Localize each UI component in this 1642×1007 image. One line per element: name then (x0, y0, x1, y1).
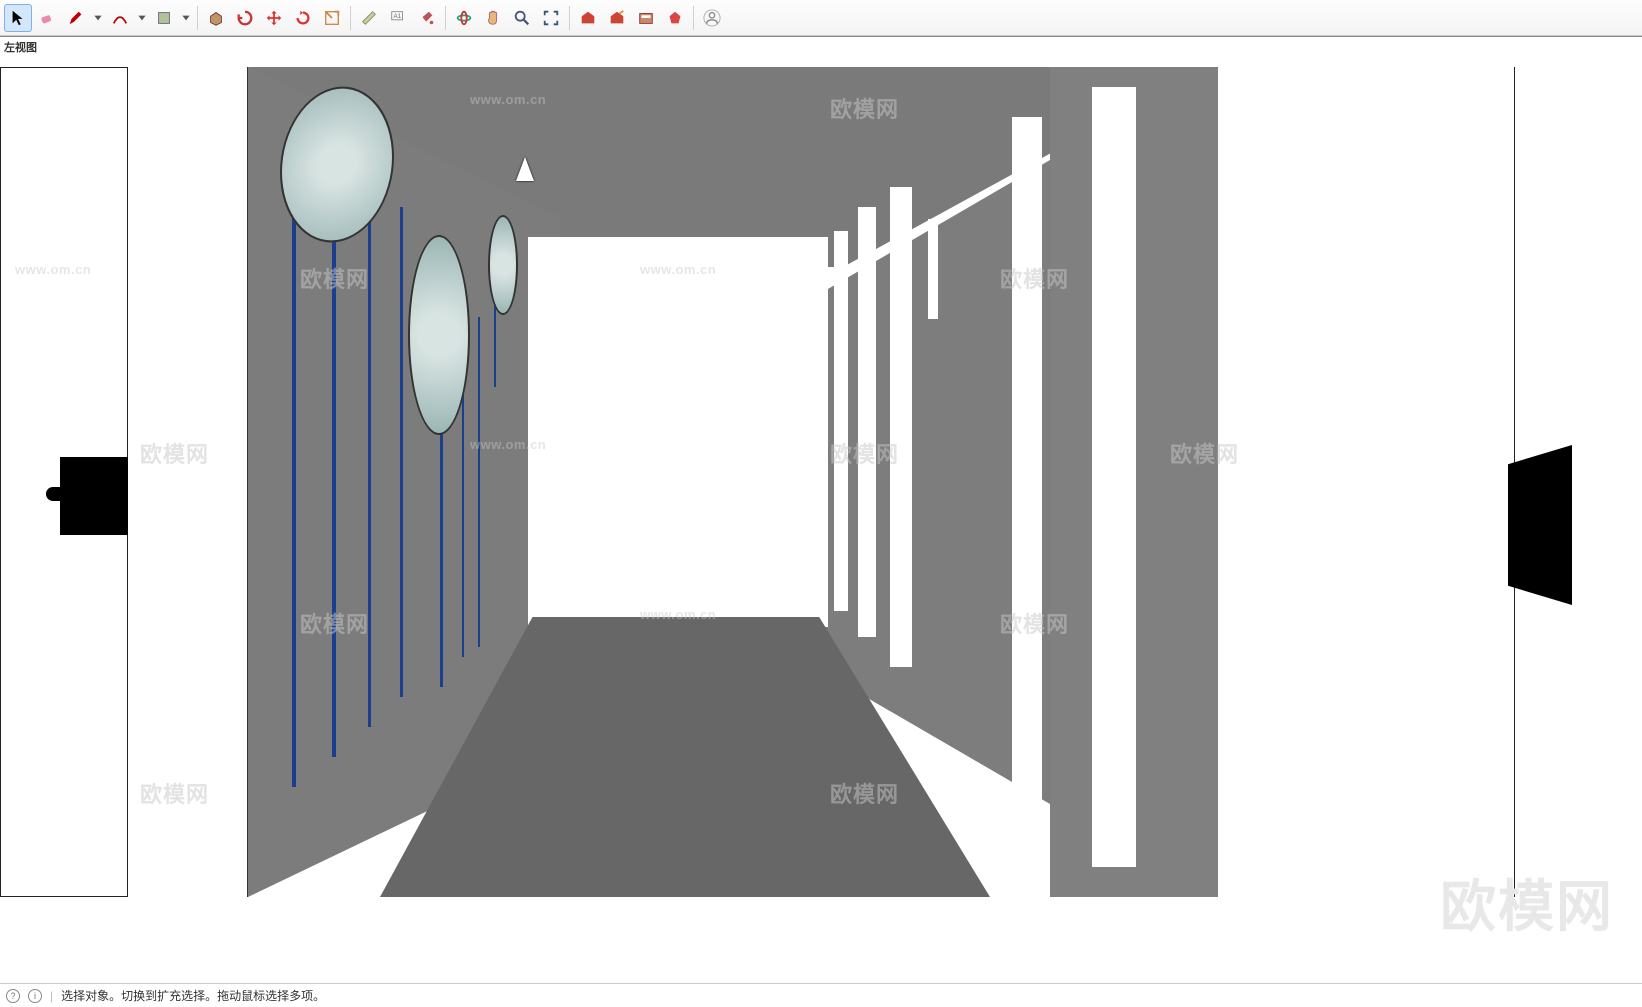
zoom-tool[interactable] (508, 4, 536, 32)
zoom-extents-tool[interactable] (537, 4, 565, 32)
toolbar-separator (197, 6, 198, 30)
wall-gap (858, 207, 876, 637)
view-label: 左视图 (4, 39, 37, 55)
wall-gap (928, 219, 938, 319)
wall-gap (1218, 67, 1268, 897)
wall-art-circle (488, 215, 518, 315)
scene: 欧模网 欧模网 欧模网 欧模网 欧模网 欧模网 欧模网 欧模网 欧模网 欧模网 … (0, 37, 1642, 983)
warehouse-tool-2[interactable] (603, 4, 631, 32)
toolbar-separator (569, 6, 570, 30)
pushpull-tool[interactable] (202, 4, 230, 32)
door-handle-icon (1508, 445, 1572, 605)
wall-stripe (400, 207, 403, 697)
wall-stripe (368, 187, 371, 727)
arc-tool[interactable] (106, 4, 134, 32)
pencil-dropdown[interactable] (91, 4, 105, 32)
move-tool[interactable] (260, 4, 288, 32)
svg-text:A1: A1 (394, 13, 402, 20)
3d-viewport[interactable]: 欧模网 欧模网 欧模网 欧模网 欧模网 欧模网 欧模网 欧模网 欧模网 欧模网 … (0, 37, 1642, 983)
select-tool[interactable] (4, 4, 32, 32)
tape-tool[interactable] (355, 4, 383, 32)
text-tool[interactable]: A1 (384, 4, 412, 32)
rotate-tool[interactable] (289, 4, 317, 32)
status-separator: | (50, 989, 53, 1003)
pan-tool[interactable] (479, 4, 507, 32)
door-handle-icon (60, 457, 128, 535)
wall-gap (890, 187, 912, 667)
wall-stripe (440, 397, 443, 687)
user-tool[interactable] (698, 4, 726, 32)
arc-dropdown[interactable] (135, 4, 149, 32)
toolbar-separator (350, 6, 351, 30)
orbit-tool[interactable] (450, 4, 478, 32)
status-hint: 选择对象。切换到扩充选择。拖动鼠标选择多项。 (61, 987, 325, 1004)
wall-stripe (478, 317, 480, 647)
scale-tool[interactable] (318, 4, 346, 32)
status-help-icon[interactable]: ? (6, 989, 20, 1003)
right-wall-edge (1422, 67, 1514, 897)
toolbar-separator (693, 6, 694, 30)
status-info-icon[interactable]: i (28, 989, 42, 1003)
wall-gap (1012, 117, 1042, 817)
extension-tool[interactable] (661, 4, 689, 32)
main-toolbar: A1 (0, 0, 1642, 36)
app-window: A1 左视图 (0, 0, 1642, 1007)
paint-tool[interactable] (413, 4, 441, 32)
follow-tool[interactable] (231, 4, 259, 32)
warehouse-tool-3[interactable] (632, 4, 660, 32)
wall-stripe (332, 167, 336, 757)
left-door-panel (128, 67, 248, 897)
shape-dropdown[interactable] (179, 4, 193, 32)
wall-stripe (292, 147, 296, 787)
pencil-tool[interactable] (62, 4, 90, 32)
wall-gap (1092, 87, 1136, 867)
status-bar: ? i | 选择对象。切换到扩充选择。拖动鼠标选择多项。 (0, 983, 1642, 1007)
shape-tool[interactable] (150, 4, 178, 32)
warehouse-tool-1[interactable] (574, 4, 602, 32)
scene-cursor-icon (516, 157, 534, 181)
viewport-container: 左视图 (0, 36, 1642, 983)
wall-gap (834, 231, 848, 611)
toolbar-separator (445, 6, 446, 30)
corridor-opening (528, 237, 828, 627)
brand-watermark: 欧模网 (1440, 862, 1614, 943)
wall-art-circle (408, 235, 470, 435)
eraser-tool[interactable] (33, 4, 61, 32)
